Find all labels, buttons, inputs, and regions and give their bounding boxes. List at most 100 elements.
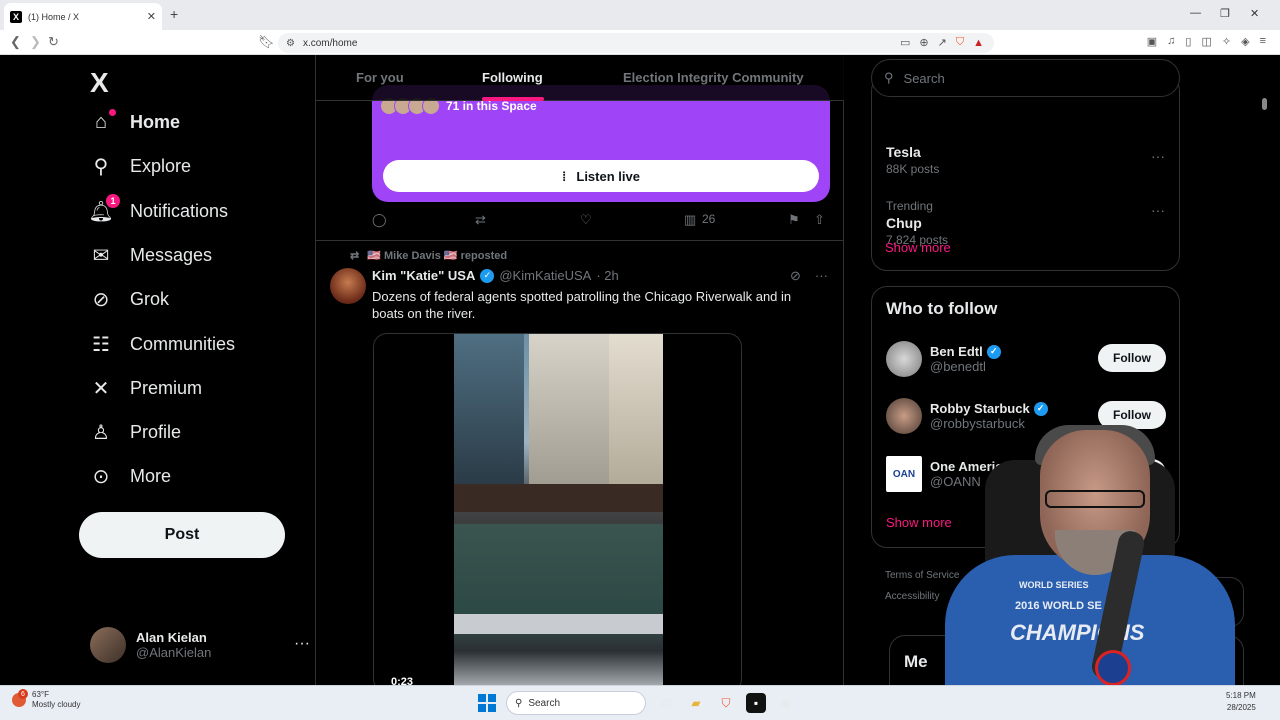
weather-widget[interactable]: 6 63°F Mostly cloudy — [12, 689, 80, 710]
restore-icon[interactable]: ❐ — [1220, 7, 1230, 20]
close-window-icon[interactable]: ✕ — [1250, 7, 1259, 20]
x-logo-icon[interactable]: X — [90, 67, 109, 99]
views-icon[interactable]: ▥ — [684, 212, 696, 228]
trend-name: Tesla — [886, 144, 921, 160]
site-info-icon[interactable]: ⚙ — [286, 38, 295, 49]
search-icon: ⚲ — [93, 155, 109, 178]
nav-profile[interactable]: ♙ Profile — [90, 421, 182, 444]
obs-icon[interactable]: ◉ — [776, 693, 796, 713]
brave-rewards-icon[interactable]: ▲ — [973, 37, 984, 49]
audio-bars-icon: ⁞ — [562, 168, 567, 184]
divider — [316, 240, 844, 241]
tweet-header-actions: ⊘ ··· — [790, 268, 828, 284]
taskbar-search[interactable]: ⚲ Search — [506, 691, 646, 715]
listener-count: 71 in this Space — [446, 99, 537, 113]
bookmark-post-icon[interactable]: ⚑ — [788, 212, 800, 228]
reply-icon[interactable]: ◯ — [372, 212, 387, 228]
minimize-icon[interactable]: — — [1190, 7, 1201, 19]
brave-shields-icon[interactable]: ⛉ — [956, 36, 964, 49]
clock[interactable]: 5:18 PM 28/2025 — [1226, 690, 1256, 714]
repost-icon[interactable]: ⇄ — [475, 212, 486, 228]
bookmark-icon[interactable]: 🔖︎ — [258, 34, 275, 50]
tweet-video[interactable]: 0:23 — [373, 333, 742, 685]
wallet-icon[interactable]: ▣ — [1147, 35, 1157, 48]
reload-icon[interactable]: ↻ — [48, 34, 59, 50]
search-icon: ⚲ — [515, 697, 523, 709]
trend-more-icon[interactable]: ··· — [1151, 148, 1165, 164]
wallet2-icon[interactable]: ◫ — [1201, 35, 1211, 48]
nav-premium[interactable]: ✕ Premium — [90, 377, 202, 400]
tweet-avatar[interactable] — [330, 268, 366, 304]
tab-election-integrity[interactable]: Election Integrity Community — [623, 70, 804, 85]
trend-item[interactable]: Tesla 88K posts — [886, 142, 939, 176]
video-frame — [454, 334, 663, 685]
repost-text[interactable]: 🇺🇸 Mike Davis 🇺🇸 reposted — [367, 249, 507, 262]
nav-communities[interactable]: ☷ Communities — [90, 333, 235, 356]
nav-home[interactable]: ⌂ Home — [90, 109, 180, 133]
avatar — [90, 627, 126, 663]
repost-indicator: ⇄ 🇺🇸 Mike Davis 🇺🇸 reposted — [350, 249, 507, 262]
who-to-follow-title: Who to follow — [886, 299, 998, 318]
notification-badge: 1 — [106, 194, 120, 208]
follow-suggestion[interactable]: Ben Edtl ✓ @benedtl Follow — [886, 339, 1166, 379]
browser-tab[interactable]: X (1) Home / X ✕ — [4, 3, 162, 30]
suggestion-handle: @benedtl — [930, 359, 986, 374]
nav-label: Grok — [130, 288, 170, 309]
zoom-icon[interactable]: ⊕ — [919, 36, 928, 49]
extensions-icon[interactable]: ✧ — [1222, 35, 1231, 48]
cast-icon[interactable]: ▭ — [900, 36, 910, 49]
follow-button[interactable]: Follow — [1098, 344, 1166, 372]
url-field[interactable]: ⚙ x.com/home ▭ ⊕ ↗ ⛉ ▲ — [278, 33, 994, 53]
file-explorer-icon[interactable]: ▰ — [686, 693, 706, 713]
tab-following[interactable]: Following — [482, 70, 543, 85]
brave-browser-icon[interactable]: ⛉ — [716, 693, 736, 713]
trend-more-icon[interactable]: ··· — [1151, 202, 1165, 218]
views-count: 26 — [702, 212, 716, 226]
left-navigation: X ⌂ Home ⚲ Explore 🔔︎ 1 Notifications ✉ M… — [78, 55, 316, 685]
share-icon[interactable]: ↗ — [938, 36, 947, 49]
nav-more[interactable]: ⊙ More — [90, 465, 171, 488]
space-card[interactable]: 71 in this Space ⁞ Listen live — [372, 85, 830, 202]
post-button[interactable]: Post — [79, 512, 285, 558]
tweet-more-icon[interactable]: ··· — [815, 268, 828, 284]
nav-label: Profile — [130, 421, 182, 442]
sidebar-icon[interactable]: ▯ — [1185, 35, 1191, 48]
like-icon[interactable]: ♡ — [580, 212, 592, 228]
account-switcher[interactable]: Alan Kielan @AlanKielan ··· — [90, 625, 310, 665]
tweet-author-handle[interactable]: @KimKatieUSA — [499, 268, 591, 283]
new-tab-icon[interactable]: + — [170, 6, 178, 22]
nav-notifications[interactable]: 🔔︎ 1 Notifications — [88, 194, 229, 223]
nav-messages[interactable]: ✉ Messages — [90, 244, 212, 267]
trends-show-more[interactable]: Show more — [885, 240, 951, 255]
app-icon[interactable]: ▪ — [746, 693, 766, 713]
menu-icon[interactable]: ≡ — [1260, 35, 1266, 48]
back-icon[interactable]: ❮ — [10, 34, 21, 50]
trend-posts: 88K posts — [886, 162, 940, 176]
search-input[interactable]: ⚲ Search — [871, 59, 1180, 97]
avatar — [886, 341, 922, 377]
close-tab-icon[interactable]: ✕ — [147, 10, 156, 23]
trend-name: Chup — [886, 215, 922, 231]
tab-for-you[interactable]: For you — [356, 70, 404, 85]
forward-icon[interactable]: ❯ — [30, 34, 41, 50]
nav-explore[interactable]: ⚲ Explore — [90, 155, 191, 178]
share-post-icon[interactable]: ⇧ — [814, 212, 825, 228]
grok-explain-icon[interactable]: ⊘ — [790, 268, 801, 284]
cubs-logo-icon — [1095, 650, 1131, 685]
music-icon[interactable]: ♫ — [1167, 35, 1175, 48]
tweet-author-name[interactable]: Kim "Katie" USA — [372, 268, 475, 283]
verified-icon: ✓ — [986, 344, 1001, 359]
scrollbar-thumb[interactable] — [1262, 98, 1267, 110]
vpn-icon[interactable]: ◈ — [1241, 35, 1249, 48]
nav-label: Notifications — [130, 200, 229, 221]
person-icon: ♙ — [92, 421, 110, 444]
weather-icon: 6 — [12, 689, 28, 707]
nav-grok[interactable]: ⊘ Grok — [90, 288, 170, 311]
tweet-time[interactable]: · 2h — [596, 268, 618, 283]
search-icon: ⚲ — [884, 70, 894, 85]
more-dots-icon[interactable]: ··· — [294, 635, 310, 653]
listen-live-button[interactable]: ⁞ Listen live — [383, 160, 819, 192]
task-view-icon[interactable]: ▤ — [656, 693, 676, 713]
start-icon[interactable] — [478, 694, 496, 712]
envelope-icon: ✉ — [92, 244, 110, 267]
